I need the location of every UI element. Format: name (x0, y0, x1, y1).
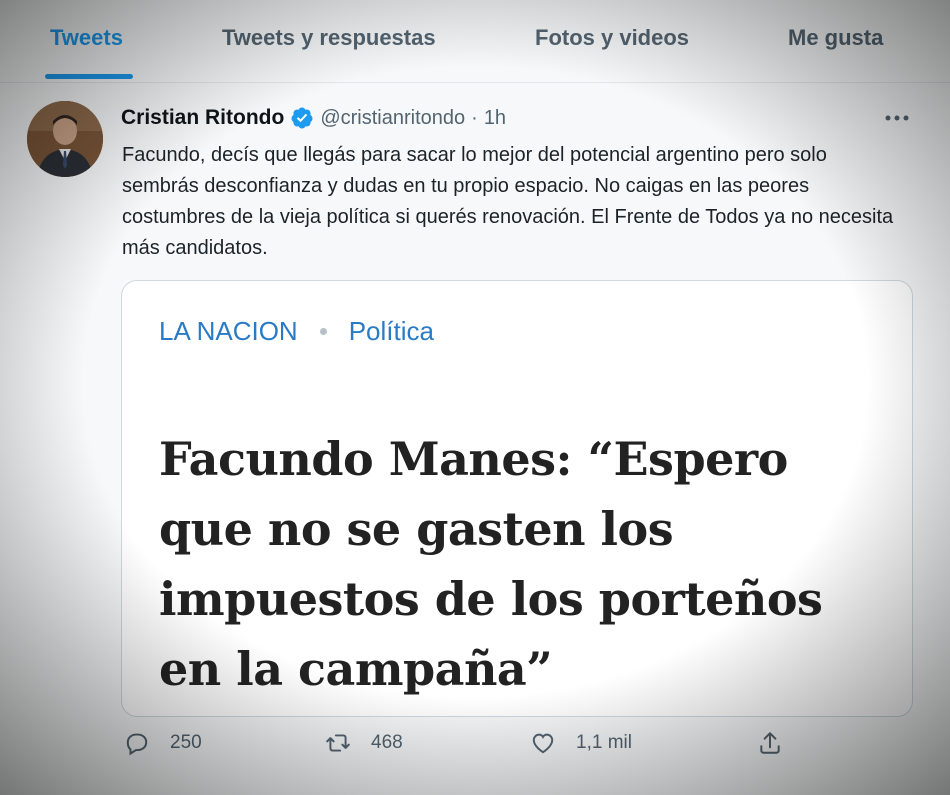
tab-likes[interactable]: Me gusta (788, 25, 883, 51)
tweet-timestamp[interactable]: 1h (484, 107, 506, 130)
like-button[interactable]: 1,1 mil (530, 730, 632, 756)
share-icon (760, 732, 780, 754)
avatar[interactable] (27, 101, 103, 177)
verified-badge-icon (291, 107, 313, 129)
retweet-icon (326, 734, 350, 752)
active-tab-indicator (45, 74, 133, 79)
card-meta-separator (319, 328, 327, 335)
retweet-button[interactable]: 468 (325, 730, 403, 756)
card-source: LA NACION (159, 316, 298, 346)
tab-tweets-and-replies[interactable]: Tweets y respuestas (222, 25, 436, 51)
author-handle[interactable]: @cristianritondo (320, 107, 465, 130)
tab-tweets[interactable]: Tweets (50, 25, 123, 51)
card-meta: LA NACION Política (159, 316, 434, 347)
separator-dot: · (471, 106, 478, 129)
share-button[interactable] (757, 730, 783, 756)
profile-tabs: Tweets Tweets y respuestas Fotos y video… (0, 0, 950, 83)
author-name[interactable]: Cristian Ritondo (121, 106, 284, 130)
retweet-count: 468 (371, 732, 403, 753)
reply-icon (126, 733, 148, 756)
tweet-text: Facundo, decís que llegás para sacar lo … (122, 144, 894, 259)
reply-count: 250 (170, 732, 202, 753)
link-preview-card[interactable]: LA NACION Política Facundo Manes: “Esper… (121, 280, 913, 717)
like-count: 1,1 mil (576, 732, 632, 753)
card-section: Política (348, 316, 434, 346)
tweet-header: Cristian Ritondo @cristianritondo · 1h (121, 104, 506, 132)
tweet-actions: 250 468 1,1 mil (0, 730, 950, 774)
reply-button[interactable]: 250 (124, 730, 202, 756)
more-horizontal-icon[interactable] (884, 106, 910, 126)
avatar-image (27, 101, 103, 177)
card-headline: Facundo Manes: “Espero que no se gasten … (159, 432, 823, 696)
tab-media[interactable]: Fotos y videos (535, 25, 689, 51)
heart-icon (532, 733, 554, 754)
